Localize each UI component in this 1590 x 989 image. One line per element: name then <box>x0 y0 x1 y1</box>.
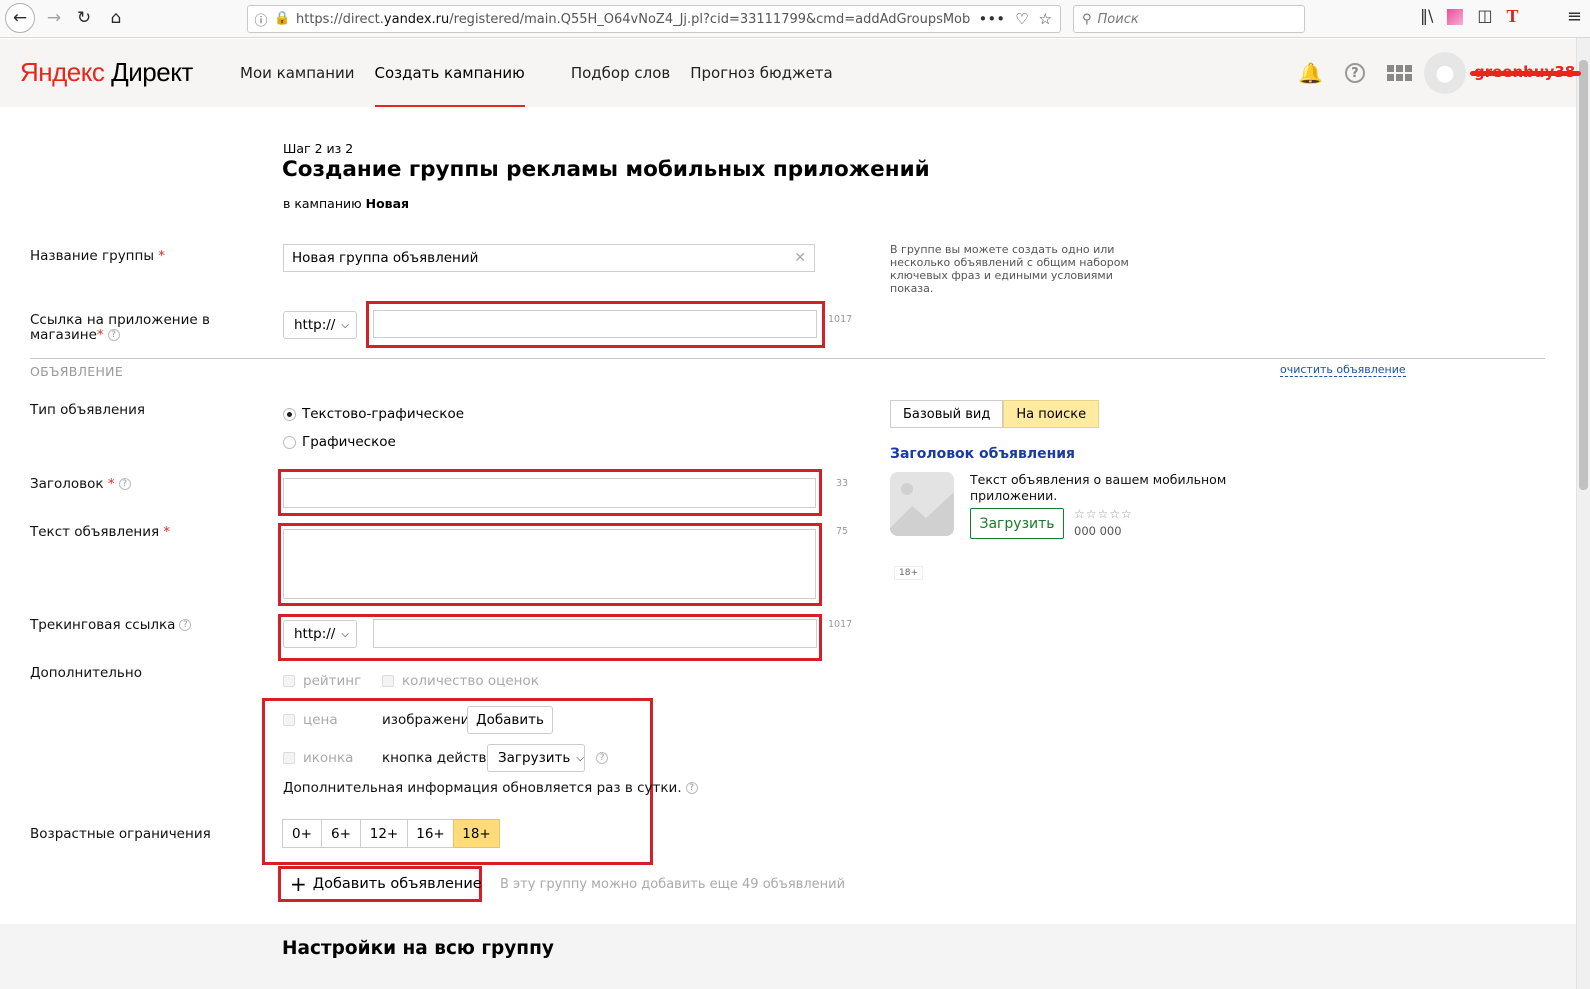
age-label: Возрастные ограничения <box>30 826 211 842</box>
ad-text-label: Текст объявления * <box>30 524 171 540</box>
tab-on-search[interactable]: На поиске <box>1003 400 1100 428</box>
menu-my-campaigns[interactable]: Мои кампании <box>230 39 365 107</box>
url-text[interactable]: https://direct.yandex.ru/registered/main… <box>290 12 971 27</box>
app-link-input[interactable] <box>373 310 817 338</box>
clear-ad-link[interactable]: очистить объявление <box>1280 363 1406 377</box>
age-option-12[interactable]: 12+ <box>360 819 408 848</box>
chevron-down-icon: ⌵ <box>341 628 349 640</box>
help-icon[interactable]: ? <box>685 782 698 794</box>
forward-arrow-icon[interactable]: → <box>40 4 68 32</box>
help-icon[interactable]: ? <box>596 752 608 764</box>
action-button-label: кнопка действия <box>382 750 504 766</box>
page-scrollbar[interactable] <box>1576 38 1590 989</box>
ad-preview-text: Текст объявления о вашем мобильном прило… <box>970 472 1227 503</box>
action-button-select[interactable]: Загрузить ⌵ <box>487 744 585 772</box>
help-icon[interactable]: ? <box>118 478 131 490</box>
group-hint: В группе вы можете создать одно или неск… <box>890 243 1129 295</box>
address-bar[interactable]: ⓘ 🔒 https://direct.yandex.ru/registered/… <box>247 5 1061 33</box>
back-arrow-icon[interactable]: ← <box>5 3 35 33</box>
translate-extension-icon[interactable]: T <box>1507 6 1519 27</box>
app-link-counter: 1017 <box>828 314 853 325</box>
hamburger-menu-icon[interactable]: ≡ <box>1567 6 1582 27</box>
radio-graphic[interactable]: Графическое <box>283 434 396 450</box>
group-settings-title: Настройки на всю группу <box>282 938 554 959</box>
menu-create-campaign[interactable]: Создать кампанию <box>365 39 535 107</box>
browser-toolbar: ← → ↻ ⌂ ⓘ 🔒 https://direct.yandex.ru/reg… <box>0 0 1590 38</box>
home-icon[interactable]: ⌂ <box>102 4 130 32</box>
checkbox-reviews-count[interactable]: количество оценок <box>382 673 539 689</box>
help-icon[interactable]: ? <box>107 329 120 341</box>
extra-label: Дополнительно <box>30 665 142 681</box>
divider <box>30 358 1545 359</box>
ad-preview-load-button: Загрузить <box>970 508 1064 539</box>
help-icon[interactable]: ? <box>179 619 192 631</box>
yandex-direct-logo[interactable]: Яндекс Директ <box>20 57 193 88</box>
app-link-protocol-select[interactable]: http://⌵ <box>283 311 357 339</box>
downloads-count: 000 000 <box>1074 524 1122 538</box>
age-option-6[interactable]: 6+ <box>321 819 361 848</box>
add-ad-button[interactable]: + Добавить объявление <box>282 869 482 899</box>
plus-icon: + <box>290 872 307 896</box>
app-link-label: Ссылка на приложение в магазине*? <box>30 312 210 343</box>
age-option-18[interactable]: 18+ <box>453 819 500 848</box>
group-settings-section: Настройки на всю группу <box>0 924 1576 989</box>
clear-icon[interactable]: ✕ <box>794 250 806 266</box>
radio-text-graphic[interactable]: Текстово-графическое <box>283 406 464 422</box>
sidebar-icon[interactable]: ◫ <box>1477 6 1492 27</box>
browser-search-input[interactable]: ⚲ Поиск <box>1073 5 1305 33</box>
bookmark-star-icon[interactable]: ☆ <box>1039 10 1052 28</box>
help-icon[interactable]: ? <box>1344 63 1365 83</box>
chevron-down-icon: ⌵ <box>341 319 349 331</box>
more-actions-icon[interactable]: ••• <box>979 10 1006 28</box>
reload-icon[interactable]: ↻ <box>70 4 98 32</box>
page-title: Создание группы рекламы мобильных прилож… <box>282 157 930 182</box>
checkbox-rating[interactable]: рейтинг <box>283 673 361 689</box>
checkbox-icon[interactable]: иконка <box>283 750 353 766</box>
headline-label: Заголовок *? <box>30 476 131 492</box>
lock-icon: 🔒 <box>274 11 291 26</box>
group-name-input[interactable]: Новая группа объявлений ✕ <box>283 244 815 272</box>
tab-basic-view[interactable]: Базовый вид <box>890 400 1004 428</box>
info-icon[interactable]: ⓘ <box>248 10 274 29</box>
search-placeholder: Поиск <box>1097 11 1139 27</box>
age-badge: 18+ <box>894 566 923 580</box>
tracking-protocol-select[interactable]: http://⌵ <box>283 620 357 648</box>
headline-input[interactable] <box>283 478 816 508</box>
menu-word-selection[interactable]: Подбор слов <box>561 39 680 107</box>
ad-text-textarea[interactable] <box>283 529 816 599</box>
menu-budget-forecast[interactable]: Прогноз бюджета <box>680 39 843 107</box>
campaign-name: в кампанию Новая <box>283 196 410 211</box>
rating-stars: ☆☆☆☆☆ <box>1074 507 1133 521</box>
headline-counter: 33 <box>836 478 849 489</box>
age-option-16[interactable]: 16+ <box>407 819 454 848</box>
age-option-0[interactable]: 0+ <box>282 819 322 848</box>
image-label: изображение <box>382 712 478 728</box>
apps-grid-icon[interactable] <box>1386 65 1412 81</box>
avatar[interactable]: ● <box>1424 52 1466 94</box>
add-image-button[interactable]: Добавить <box>467 706 553 734</box>
extra-note: Дополнительная информация обновляется ра… <box>283 780 698 796</box>
group-name-label: Название группы * <box>30 248 166 264</box>
site-header: Яндекс Директ Мои кампании Создать кампа… <box>0 39 1582 107</box>
ad-text-counter: 75 <box>836 526 849 537</box>
checkbox-price[interactable]: цена <box>283 712 338 728</box>
image-placeholder-icon <box>890 472 954 536</box>
tracking-link-counter: 1017 <box>828 619 853 630</box>
username[interactable]: greenbuy38 <box>1469 63 1582 81</box>
section-title: ОБЪЯВЛЕНИЕ <box>30 364 124 379</box>
library-icon[interactable]: ‖\ <box>1420 6 1433 27</box>
step-indicator: Шаг 2 из 2 <box>283 141 354 156</box>
tracking-link-input[interactable] <box>373 619 817 648</box>
bell-icon[interactable]: 🔔 <box>1298 61 1323 85</box>
ad-type-label: Тип объявления <box>30 402 145 418</box>
search-icon: ⚲ <box>1082 11 1092 27</box>
age-selector: 0+ 6+ 12+ 16+ 18+ <box>282 819 500 848</box>
extension-icon[interactable] <box>1447 9 1464 25</box>
chevron-down-icon: ⌵ <box>576 752 584 764</box>
pocket-icon[interactable]: ♡ <box>1015 10 1028 28</box>
add-ad-note: В эту группу можно добавить еще 49 объяв… <box>500 877 846 892</box>
ad-preview-title: Заголовок объявления <box>890 446 1076 462</box>
tracking-link-label: Трекинговая ссылка? <box>30 617 192 633</box>
